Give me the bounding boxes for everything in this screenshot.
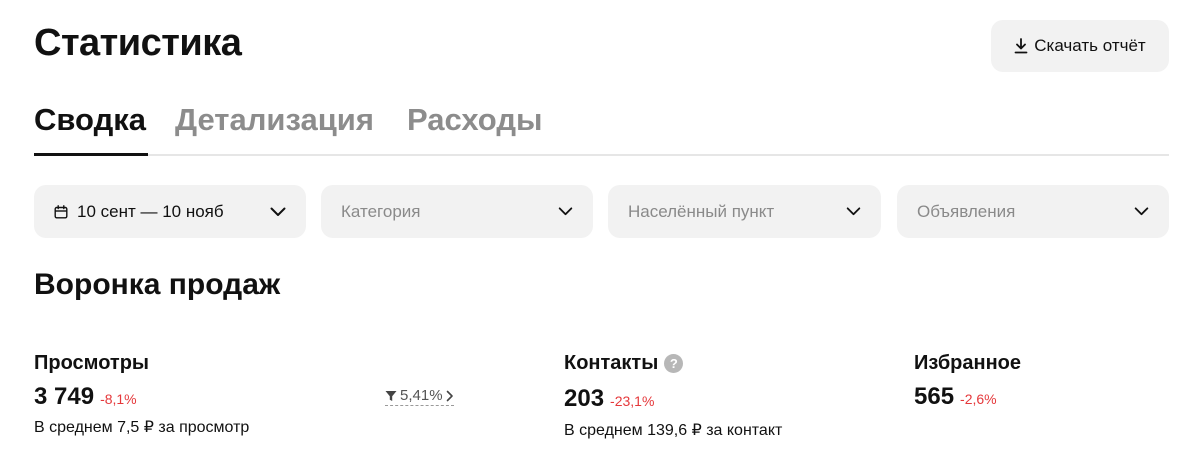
chevron-down-icon — [1134, 207, 1149, 216]
views-value: 3 749 — [34, 383, 95, 410]
funnel-title: Воронка продаж — [34, 268, 281, 301]
tab-expenses[interactable]: Расходы — [407, 100, 543, 140]
contacts-average: В среднем 139,6 ₽ за контакт — [564, 422, 783, 439]
tab-expenses-label: Расходы — [407, 102, 543, 137]
download-icon — [1014, 38, 1028, 54]
contacts-value: 203 — [564, 385, 605, 412]
views-average: В среднем 7,5 ₽ за просмотр — [34, 419, 250, 436]
location-filter[interactable]: Населённый пункт — [608, 185, 881, 238]
location-filter-placeholder: Населённый пункт — [628, 201, 775, 221]
conversion-rate-link[interactable]: 5,41% — [385, 387, 454, 406]
contacts-metric: 203 -23,1% — [564, 384, 654, 414]
tab-details[interactable]: Детализация — [175, 100, 374, 140]
download-report-label: Скачать отчёт — [1034, 36, 1146, 55]
calendar-icon — [54, 204, 68, 219]
period-filter-value: 10 сент — 10 нояб — [77, 201, 224, 221]
page-title: Статистика — [34, 22, 242, 64]
views-metric: 3 749 -8,1% — [34, 382, 137, 412]
chevron-down-icon — [558, 207, 573, 216]
period-filter[interactable]: 10 сент — 10 нояб — [34, 185, 306, 238]
category-filter[interactable]: Категория — [321, 185, 593, 238]
category-filter-placeholder: Категория — [341, 201, 421, 221]
contacts-delta: -23,1% — [610, 393, 655, 409]
chevron-right-icon — [446, 390, 453, 401]
download-report-button[interactable]: Скачать отчёт — [991, 20, 1169, 72]
chevron-down-icon — [270, 207, 286, 216]
favorites-label: Избранное — [914, 350, 1021, 376]
help-icon[interactable]: ? — [664, 353, 684, 373]
tab-summary-label: Сводка — [34, 102, 146, 137]
conversion-rate-value: 5,41% — [400, 387, 443, 404]
favorites-label-text: Избранное — [914, 352, 1022, 374]
favorites-value: 565 — [914, 383, 955, 410]
active-tab-indicator — [34, 153, 148, 156]
favorites-delta: -2,6% — [960, 391, 997, 407]
views-delta: -8,1% — [100, 391, 137, 407]
contacts-label-text: Контакты — [564, 352, 659, 374]
ads-filter-placeholder: Объявления — [917, 201, 1016, 221]
chevron-down-icon — [846, 207, 861, 216]
favorites-metric: 565 -2,6% — [914, 382, 997, 412]
views-label: Просмотры — [34, 350, 149, 376]
ads-filter[interactable]: Объявления — [897, 185, 1169, 238]
contacts-label: Контакты ? — [564, 350, 684, 376]
tab-details-label: Детализация — [175, 102, 374, 137]
tabs-bar: Сводка Детализация Расходы — [34, 96, 1169, 156]
tab-summary[interactable]: Сводка — [34, 100, 146, 140]
funnel-icon — [385, 390, 397, 401]
views-label-text: Просмотры — [34, 352, 150, 374]
